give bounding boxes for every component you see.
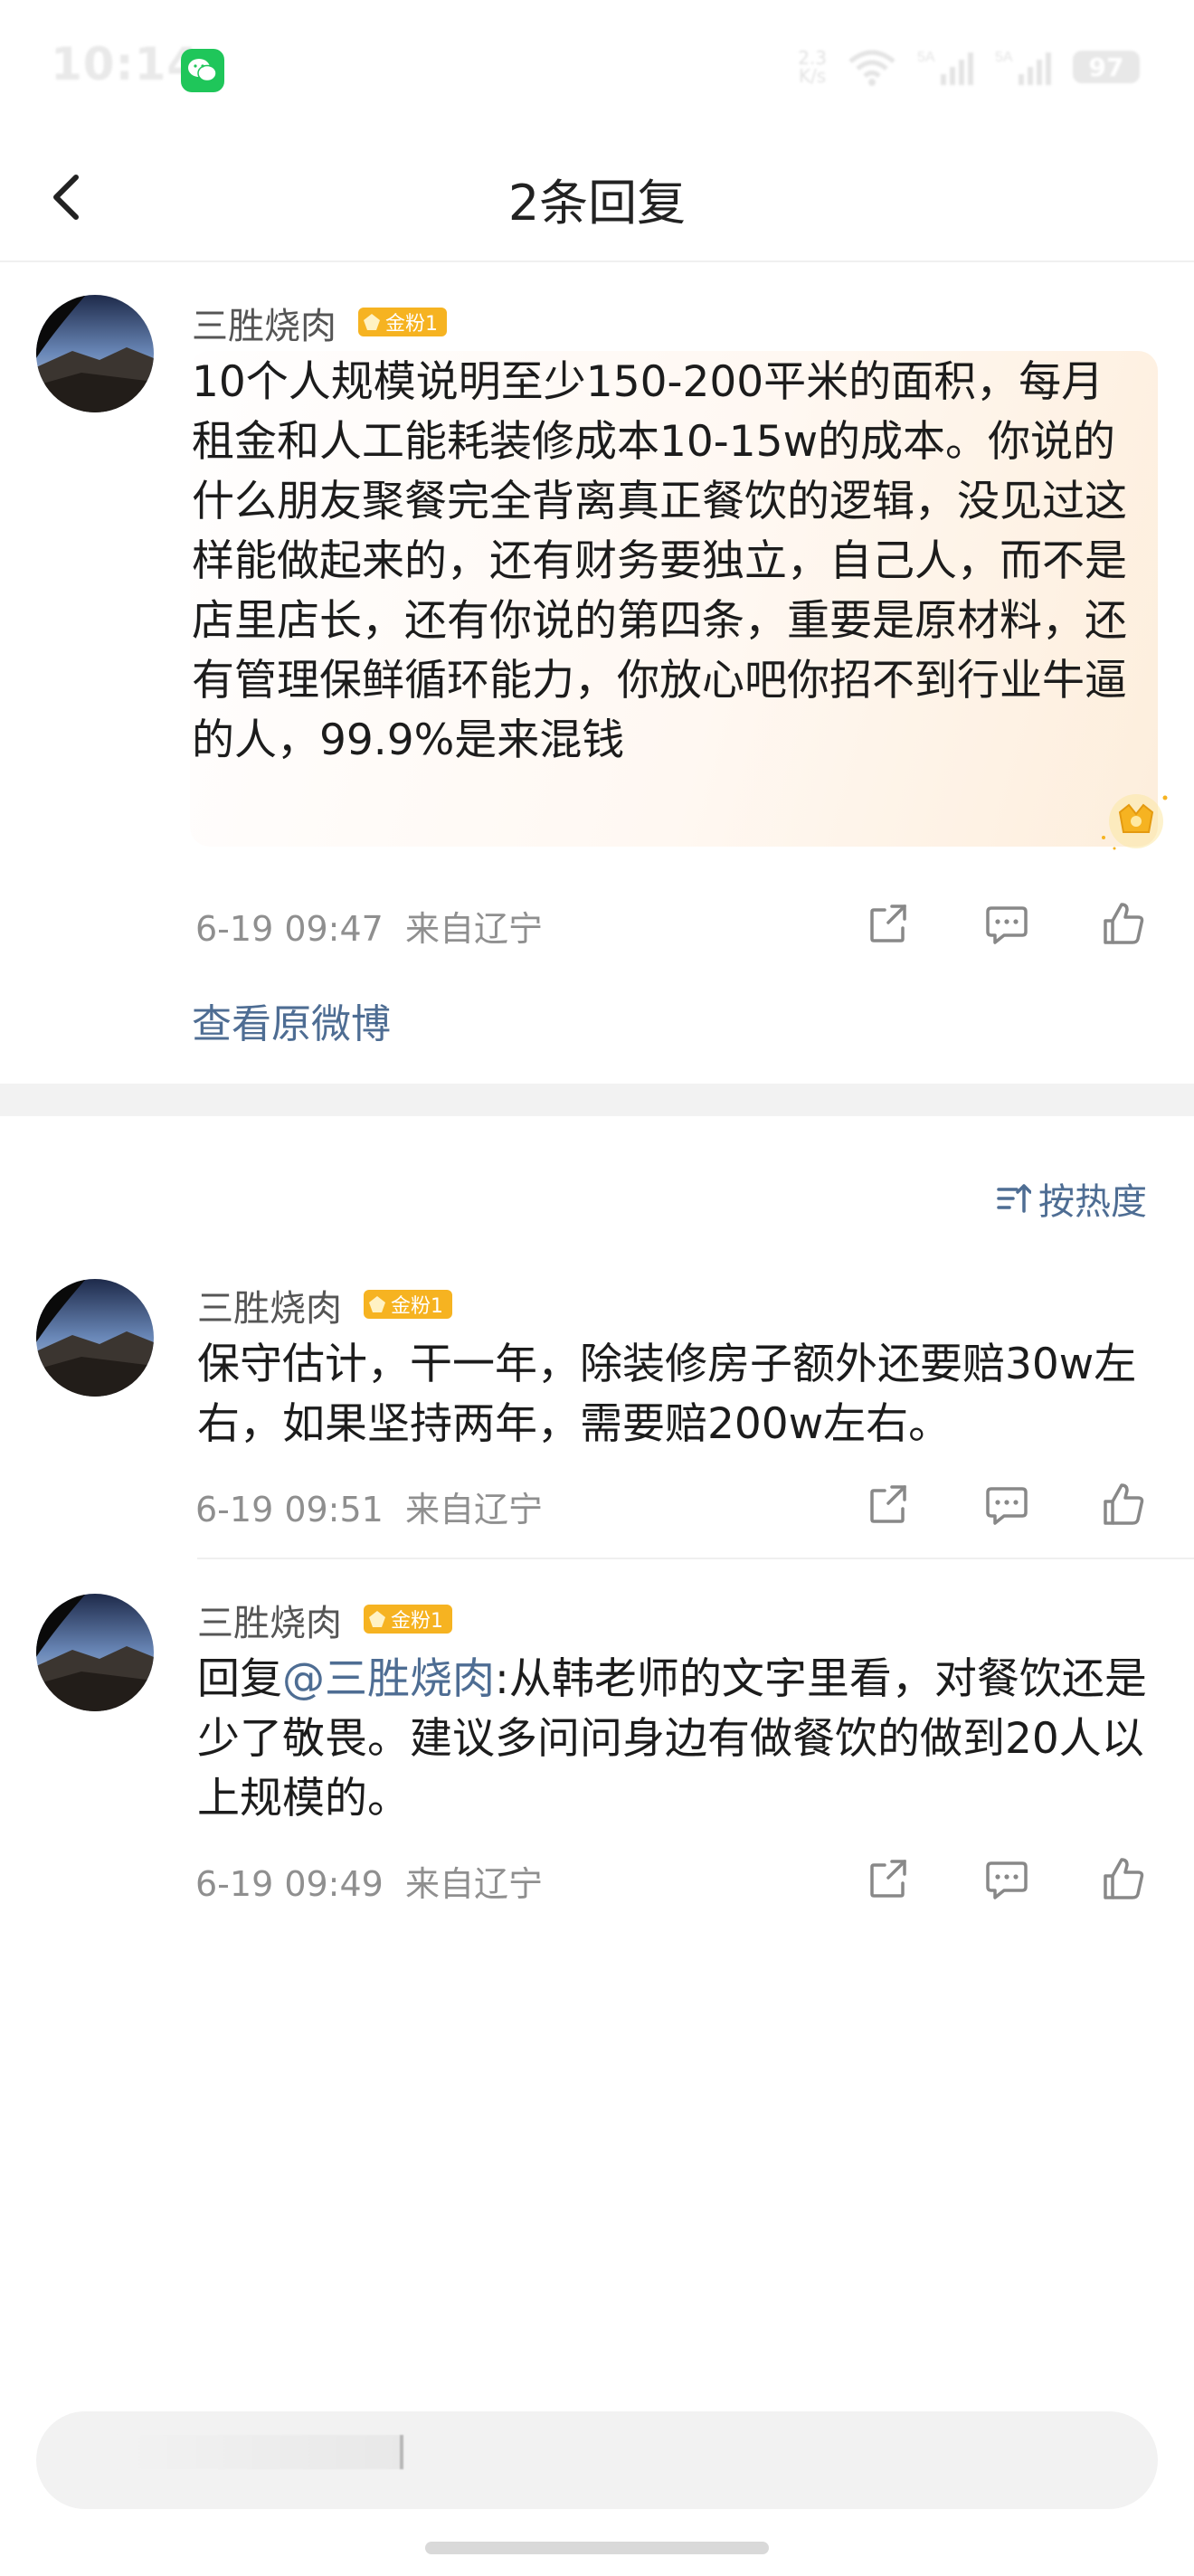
nav-bar: 2条回复 xyxy=(0,136,1194,262)
reply-time: 6-19 09:51 xyxy=(195,1490,384,1530)
badge-icon xyxy=(369,1296,385,1312)
svg-text:5A: 5A xyxy=(995,50,1013,65)
input-placeholder-redacted xyxy=(118,2435,403,2469)
share-icon[interactable] xyxy=(865,899,914,948)
reply-time: 6-19 09:49 xyxy=(195,1864,384,1904)
comment-icon[interactable] xyxy=(982,899,1031,948)
username[interactable]: 三胜烧肉 xyxy=(192,297,336,349)
reply-meta: 6-19 09:51 来自辽宁 xyxy=(195,1482,543,1531)
net-speed-value: 2.3 xyxy=(798,47,827,69)
svg-text:5A: 5A xyxy=(917,50,935,65)
section-divider xyxy=(0,1084,1194,1116)
reply-text: 保守估计，干一年，除装修房子额外还要赔30w左右，如果坚持两年，需要赔200w左… xyxy=(197,1340,1137,1449)
reply-prefix: 回复 xyxy=(197,1654,282,1704)
comment-icon[interactable] xyxy=(982,1854,1031,1903)
share-icon[interactable] xyxy=(865,1854,914,1903)
avatar[interactable] xyxy=(36,1594,154,1711)
net-speed: 2.3 K/s xyxy=(798,49,827,85)
comment-text: 10个人规模说明至少150-200平米的面积，每月租金和人工能耗装修成本10-1… xyxy=(192,357,1127,765)
badge-icon xyxy=(364,314,380,330)
reply-separator xyxy=(197,1558,1194,1559)
fan-badge: 金粉1 xyxy=(358,308,447,336)
avatar[interactable] xyxy=(36,1279,154,1397)
badge-label: 金粉1 xyxy=(385,313,438,336)
net-speed-unit: K/s xyxy=(798,65,827,87)
username[interactable]: 三胜烧肉 xyxy=(197,1279,342,1331)
like-icon[interactable] xyxy=(1098,1854,1147,1903)
home-indicator[interactable] xyxy=(425,2542,769,2554)
status-bar: 10:14 2.3 K/s 5A 5A 97 xyxy=(0,0,1194,136)
signal-5a-icon: 5A xyxy=(995,50,1051,85)
reply-location: 来自辽宁 xyxy=(405,1864,544,1904)
like-icon[interactable] xyxy=(1098,899,1147,948)
badge-icon xyxy=(369,1611,385,1627)
reply-meta: 6-19 09:49 来自辽宁 xyxy=(195,1856,543,1906)
badge-label: 金粉1 xyxy=(391,1295,443,1318)
comment-location: 来自辽宁 xyxy=(405,909,544,949)
signal-5a-icon: 5A xyxy=(917,50,973,85)
sort-label: 按热度 xyxy=(1038,1181,1147,1223)
view-original-link[interactable]: 查看原微博 xyxy=(192,991,391,1049)
badge-label: 金粉1 xyxy=(391,1610,443,1633)
wifi-icon xyxy=(848,50,896,86)
like-icon[interactable] xyxy=(1098,1480,1147,1529)
reply-input[interactable] xyxy=(36,2411,1158,2509)
comment-icon[interactable] xyxy=(982,1480,1031,1529)
status-time: 10:14 xyxy=(51,38,200,90)
mention-link[interactable]: @三胜烧肉 xyxy=(282,1654,495,1704)
fan-badge: 金粉1 xyxy=(364,1290,452,1319)
page-title: 2条回复 xyxy=(507,175,687,232)
comment-time: 6-19 09:47 xyxy=(195,909,384,949)
crown-badge-icon xyxy=(1102,794,1168,850)
username[interactable]: 三胜烧肉 xyxy=(197,1594,342,1646)
status-indicators: 2.3 K/s 5A 5A 97 xyxy=(798,47,1140,87)
reply-location: 来自辽宁 xyxy=(405,1490,544,1530)
fan-badge: 金粉1 xyxy=(364,1605,452,1634)
wechat-icon xyxy=(181,49,224,92)
sort-icon xyxy=(997,1184,1031,1213)
share-icon[interactable] xyxy=(865,1480,914,1529)
comment-meta: 6-19 09:47 来自辽宁 xyxy=(195,901,543,951)
avatar[interactable] xyxy=(36,295,154,412)
reply-text: 回复@三胜烧肉:从韩老师的文字里看，对餐饮还是少了敬畏。建议多问问身边有做餐饮的… xyxy=(197,1650,1156,1829)
sort-button[interactable]: 按热度 xyxy=(995,1172,1147,1225)
battery-indicator: 97 xyxy=(1073,51,1140,83)
